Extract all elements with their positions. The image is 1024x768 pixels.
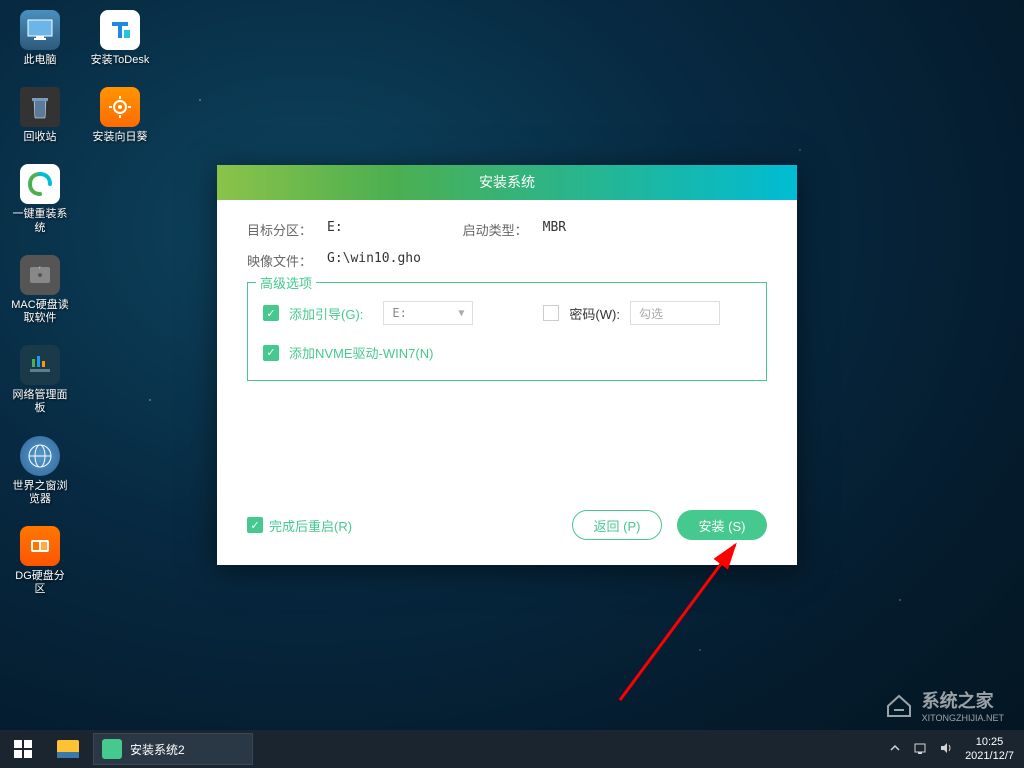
desktop-icon-recycle[interactable]: 回收站 (10, 87, 70, 144)
clock-date: 2021/12/7 (965, 749, 1014, 763)
watermark: 系统之家 XITONGZHIJIA.NET (884, 687, 1004, 723)
boot-drive-dropdown[interactable]: E: ▼ (383, 301, 473, 325)
restart-label: 完成后重启(R) (269, 516, 352, 535)
boot-type-label: 启动类型： (463, 220, 543, 239)
network-panel-icon (20, 345, 60, 385)
desktop-icon-sunflower[interactable]: 安装向日葵 (90, 87, 150, 144)
desktop-icon-label: 世界之窗浏览器 (10, 480, 70, 506)
dialog-body: 目标分区： E: 启动类型： MBR 映像文件： G:\win10.gho 高级… (217, 200, 797, 401)
desktop-icon-label: MAC硬盘读取软件 (10, 299, 70, 325)
nvme-label: 添加NVME驱动-WIN7(N) (289, 343, 433, 362)
advanced-options-fieldset: 高级选项 添加引导(G): E: ▼ 密码(W): 勾选 添加NVME驱动-WI… (247, 282, 767, 381)
browser-icon (20, 436, 60, 476)
tray-chevron-icon[interactable] (889, 742, 901, 757)
back-button[interactable]: 返回 (P) (572, 510, 662, 540)
password-placeholder: 勾选 (639, 305, 663, 322)
recycle-bin-icon (20, 87, 60, 127)
add-boot-label: 添加引导(G): (289, 304, 363, 323)
chevron-down-icon: ▼ (458, 308, 464, 319)
nvme-checkbox[interactable] (263, 345, 279, 361)
watermark-sub: XITONGZHIJIA.NET (922, 713, 1004, 723)
mac-disk-icon (20, 255, 60, 295)
folder-icon (57, 740, 79, 758)
installer-app-icon (102, 739, 122, 759)
desktop-icon-mac[interactable]: MAC硬盘读取软件 (10, 255, 70, 325)
boot-type-value: MBR (543, 220, 566, 239)
desktop-icon-browser[interactable]: 世界之窗浏览器 (10, 436, 70, 506)
sunflower-icon (100, 87, 140, 127)
taskbar-app-installer[interactable]: 安装系统2 (93, 733, 253, 765)
taskbar-app-title: 安装系统2 (130, 741, 185, 758)
install-button[interactable]: 安装 (S) (677, 510, 767, 540)
todesk-icon (100, 10, 140, 50)
windows-icon (14, 740, 32, 758)
taskbar: 安装系统2 10:25 2021/12/7 (0, 730, 1024, 768)
watermark-icon (884, 690, 914, 720)
desktop-icon-label: DG硬盘分区 (10, 570, 70, 596)
add-boot-checkbox[interactable] (263, 305, 279, 321)
desktop-icon-reinstall[interactable]: 一键重装系统 (10, 164, 70, 234)
install-dialog: 安装系统 目标分区： E: 启动类型： MBR 映像文件： G:\win10.g… (217, 165, 797, 565)
desktop-icon-label: 一键重装系统 (10, 208, 70, 234)
image-file-label: 映像文件： (247, 251, 327, 270)
target-partition-value: E: (327, 220, 343, 239)
target-partition-label: 目标分区： (247, 220, 327, 239)
desktop-icon-pc[interactable]: 此电脑 (10, 10, 70, 67)
tray-network-icon[interactable] (913, 741, 927, 758)
desktop-icon-network[interactable]: 网络管理面板 (10, 345, 70, 415)
restart-checkbox[interactable] (247, 517, 263, 533)
password-label: 密码(W): (569, 304, 620, 323)
system-tray: 10:25 2021/12/7 (889, 730, 1014, 768)
start-button[interactable] (0, 730, 45, 768)
desktop-icons-container: 此电脑 安装ToDesk 回收站 安装向日葵 一键重装系统 (10, 10, 150, 596)
tray-volume-icon[interactable] (939, 741, 953, 758)
image-file-value: G:\win10.gho (327, 251, 421, 270)
watermark-text: 系统之家 (922, 687, 1004, 713)
clock-time: 10:25 (965, 735, 1014, 749)
pc-icon (20, 10, 60, 50)
password-input[interactable]: 勾选 (630, 301, 720, 325)
dialog-footer: 完成后重启(R) 返回 (P) 安装 (S) (247, 510, 767, 540)
dropdown-value: E: (392, 306, 406, 320)
taskbar-explorer[interactable] (45, 730, 90, 768)
desktop-icon-todesk[interactable]: 安装ToDesk (90, 10, 150, 67)
reinstall-icon (20, 164, 60, 204)
desktop-icon-label: 安装ToDesk (91, 54, 150, 67)
desktop-icon-label: 回收站 (24, 131, 57, 144)
password-checkbox[interactable] (543, 305, 559, 321)
desktop-icon-label: 安装向日葵 (93, 131, 148, 144)
desktop-icon-dg[interactable]: DG硬盘分区 (10, 526, 70, 596)
taskbar-clock[interactable]: 10:25 2021/12/7 (965, 735, 1014, 764)
advanced-options-legend: 高级选项 (256, 273, 316, 292)
dg-partition-icon (20, 526, 60, 566)
desktop-icon-label: 网络管理面板 (10, 389, 70, 415)
desktop-icon-label: 此电脑 (24, 54, 57, 67)
dialog-title: 安装系统 (217, 165, 797, 200)
